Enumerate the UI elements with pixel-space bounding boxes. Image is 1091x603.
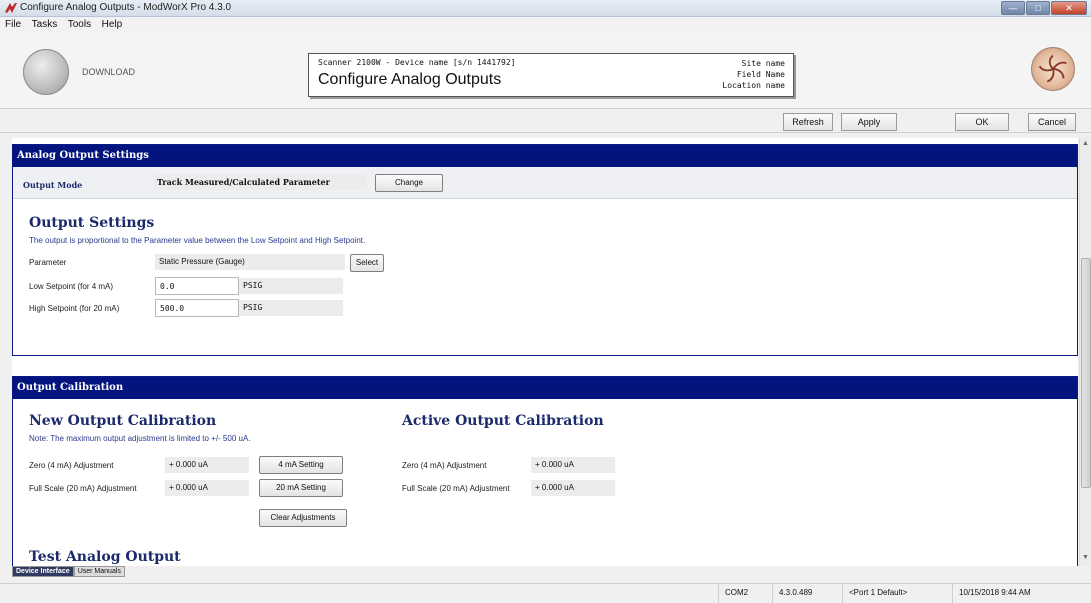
zero-adjustment-value: + 0.000 uA (165, 457, 249, 473)
minimize-button[interactable]: — (1001, 1, 1025, 15)
zero-adjustment-label: Zero (4 mA) Adjustment (29, 461, 114, 470)
ok-button[interactable]: OK (955, 113, 1009, 131)
close-button[interactable]: ✕ (1051, 1, 1087, 15)
content-panel[interactable]: Analog Output Settings Output Mode Track… (12, 138, 1078, 566)
section-header: Analog Output Settings (13, 145, 1077, 167)
site-name: Site name (741, 59, 785, 68)
active-calibration-title: Active Output Calibration (402, 413, 604, 429)
field-name: Field Name (736, 70, 785, 79)
output-calibration-section: Output Calibration New Output Calibratio… (12, 376, 1078, 566)
header-panel: DOWNLOAD Scanner 2100W - Device name [s/… (0, 33, 1091, 109)
low-setpoint-label: Low Setpoint (for 4 mA) (29, 282, 114, 291)
section-header: Output Calibration (13, 377, 1077, 399)
vertical-scrollbar[interactable]: ▲ ▼ (1079, 138, 1091, 566)
active-zero-value: + 0.000 uA (531, 457, 615, 473)
action-toolbar: Refresh Apply OK Cancel (0, 110, 1091, 133)
clear-adjustments-button[interactable]: Clear Adjustments (259, 509, 347, 527)
maximize-button[interactable]: □ (1026, 1, 1050, 15)
status-version: 4.3.0.489 (772, 584, 834, 603)
select-parameter-button[interactable]: Select (350, 254, 384, 272)
menu-help[interactable]: Help (98, 17, 127, 30)
title-bar: Configure Analog Outputs - ModWorX Pro 4… (0, 0, 1091, 17)
scroll-thumb[interactable] (1081, 258, 1091, 488)
window-controls: — □ ✕ (1000, 1, 1087, 15)
menu-bar: File Tasks Tools Help (0, 17, 1091, 33)
app-icon (5, 3, 17, 13)
20ma-setting-button[interactable]: 20 mA Setting (259, 479, 343, 497)
tab-user-manuals[interactable]: User Manuals (73, 566, 125, 577)
cancel-button[interactable]: Cancel (1028, 113, 1076, 131)
high-setpoint-label: High Setpoint (for 20 mA) (29, 304, 120, 313)
window-title: Configure Analog Outputs - ModWorX Pro 4… (20, 2, 232, 13)
status-port: COM2 (718, 584, 772, 603)
scroll-up-icon[interactable]: ▲ (1082, 140, 1089, 147)
analog-output-settings-section: Analog Output Settings Output Mode Track… (12, 144, 1078, 356)
status-bar: COM2 4.3.0.489 <Port 1 Default> 10/15/20… (0, 583, 1091, 603)
parameter-value: Static Pressure (Gauge) (155, 254, 345, 270)
scroll-down-icon[interactable]: ▼ (1082, 554, 1089, 561)
output-settings-description: The output is proportional to the Parame… (29, 236, 366, 245)
location-name: Location name (722, 81, 785, 90)
active-full-scale-label: Full Scale (20 mA) Adjustment (402, 484, 510, 493)
full-scale-adjustment-label: Full Scale (20 mA) Adjustment (29, 484, 137, 493)
device-line: Scanner 2100W - Device name [s/n 1441792… (318, 58, 516, 67)
bottom-tabs: Device Interface User Manuals (12, 566, 125, 577)
output-mode-row: Output Mode Track Measured/Calculated Pa… (13, 167, 1077, 199)
download-label[interactable]: DOWNLOAD (82, 67, 135, 77)
status-port-default: <Port 1 Default> (842, 584, 940, 603)
refresh-button[interactable]: Refresh (783, 113, 833, 131)
output-settings-title: Output Settings (29, 215, 155, 231)
change-mode-button[interactable]: Change (375, 174, 443, 192)
brand-logo-icon (1031, 47, 1075, 91)
4ma-setting-button[interactable]: 4 mA Setting (259, 456, 343, 474)
new-calibration-title: New Output Calibration (29, 413, 217, 429)
menu-file[interactable]: File (0, 17, 25, 30)
menu-tasks[interactable]: Tasks (28, 17, 62, 30)
site-info: Site name Field Name Location name (722, 58, 785, 91)
status-datetime: 10/15/2018 9:44 AM (952, 584, 1072, 603)
low-setpoint-input[interactable]: 0.0 (155, 277, 239, 295)
active-zero-label: Zero (4 mA) Adjustment (402, 461, 487, 470)
test-analog-output-title: Test Analog Output (29, 549, 181, 565)
high-setpoint-unit: PSIG (239, 300, 343, 316)
parameter-label: Parameter (29, 258, 67, 267)
page-title: Configure Analog Outputs (318, 71, 502, 88)
menu-tools[interactable]: Tools (64, 17, 95, 30)
calibration-note: Note: The maximum output adjustment is l… (29, 434, 251, 443)
low-setpoint-unit: PSIG (239, 278, 343, 294)
active-full-scale-value: + 0.000 uA (531, 480, 615, 496)
tab-device-interface[interactable]: Device Interface (12, 566, 74, 577)
device-info-box: Scanner 2100W - Device name [s/n 1441792… (308, 53, 794, 97)
output-mode-value: Track Measured/Calculated Parameter (153, 174, 367, 190)
full-scale-adjustment-value: + 0.000 uA (165, 480, 249, 496)
apply-button[interactable]: Apply (841, 113, 897, 131)
output-mode-label: Output Mode (23, 180, 83, 190)
download-icon[interactable] (23, 49, 69, 95)
high-setpoint-input[interactable]: 500.0 (155, 299, 239, 317)
